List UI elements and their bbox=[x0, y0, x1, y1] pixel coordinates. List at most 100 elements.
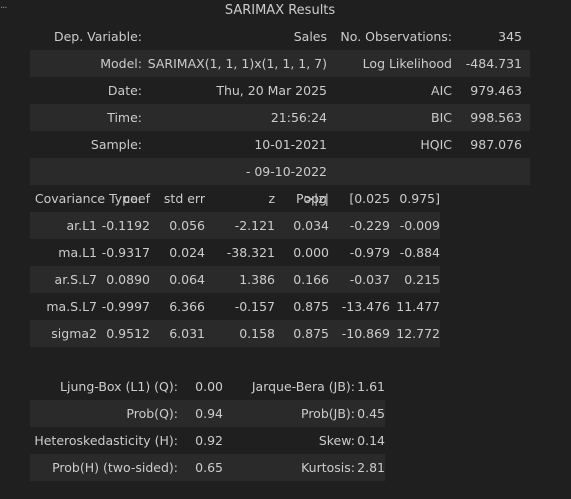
param-name: ar.S.L7 bbox=[30, 266, 97, 293]
prob-q-value: 0.94 bbox=[178, 400, 223, 427]
table-row: Sample: 10-01-2021 HQIC 987.076 bbox=[30, 131, 530, 158]
hqic-label: HQIC bbox=[420, 137, 452, 152]
ci-upper: 12.772 bbox=[390, 320, 440, 347]
ljung-box-value: 0.00 bbox=[195, 379, 223, 394]
heteroskedasticity-value: 0.92 bbox=[195, 433, 223, 448]
ci-lower: -0.229 bbox=[329, 212, 390, 239]
loglik-label: Log Likelihood bbox=[327, 50, 452, 77]
loglik-value: -484.731 bbox=[452, 50, 522, 77]
coef-value: -0.9997 bbox=[101, 299, 150, 314]
table-header-row: coef std err z P>|z| [0.025 0.975] bbox=[30, 185, 440, 212]
date-value: Thu, 20 Mar 2025 bbox=[216, 83, 327, 98]
ci-upper: -0.884 bbox=[399, 245, 440, 260]
sample-value: 10-01-2021 bbox=[254, 137, 327, 152]
z-value: -2.121 bbox=[205, 212, 275, 239]
ci-upper: -0.009 bbox=[390, 212, 440, 239]
table-row: Model: SARIMAX(1, 1, 1)x(1, 1, 1, 7) Log… bbox=[30, 50, 530, 77]
skew-value: 0.14 bbox=[357, 433, 385, 448]
bic-label: BIC bbox=[327, 104, 452, 131]
skew-label: Skew: bbox=[318, 433, 355, 448]
std-err-value: 0.064 bbox=[150, 266, 205, 293]
prob-q-label: Prob(Q): bbox=[30, 400, 178, 427]
p-value: 0.875 bbox=[293, 299, 329, 314]
prob-jb-value: 0.45 bbox=[355, 400, 385, 427]
bic-value: 998.563 bbox=[452, 104, 522, 131]
table-row: sigma2 0.9512 6.031 0.158 0.875 -10.869 … bbox=[30, 320, 440, 347]
param-name: ar.L1 bbox=[30, 212, 97, 239]
table-row: Prob(H) (two-sided): 0.65 Kurtosis: 2.81 bbox=[30, 454, 385, 481]
prob-jb-label: Prob(JB): bbox=[223, 400, 355, 427]
table-row: ar.S.L7 0.0890 0.064 1.386 0.166 -0.037 … bbox=[30, 266, 440, 293]
date-label: Date: bbox=[107, 83, 142, 98]
z-value: 0.158 bbox=[205, 320, 275, 347]
jarque-bera-label: Jarque-Bera (JB): bbox=[251, 379, 355, 394]
std-err-value: 0.024 bbox=[169, 245, 205, 260]
coef-value: -0.9317 bbox=[101, 245, 150, 260]
sample-label: Sample: bbox=[90, 137, 142, 152]
aic-label: AIC bbox=[431, 83, 452, 98]
param-name: ma.L1 bbox=[58, 245, 97, 260]
p-value: 0.875 bbox=[275, 320, 329, 347]
ci-upper: 11.477 bbox=[396, 299, 440, 314]
summary-table: Dep. Variable: Sales No. Observations: 3… bbox=[30, 23, 530, 212]
model-label: Model: bbox=[30, 50, 142, 77]
heteroskedasticity-label: Heteroskedasticity (H): bbox=[34, 433, 178, 448]
ci-lower: -13.476 bbox=[341, 299, 390, 314]
ci-upper: 0.215 bbox=[390, 266, 440, 293]
coef-value: 0.9512 bbox=[97, 320, 150, 347]
std-err-value: 6.031 bbox=[150, 320, 205, 347]
dep-variable-value: Sales bbox=[293, 29, 327, 44]
ellipsis-icon[interactable]: ··· bbox=[0, 3, 10, 14]
cell-output: SARIMAX Results Dep. Variable: Sales No.… bbox=[30, 0, 571, 499]
table-row: Prob(Q): 0.94 Prob(JB): 0.45 bbox=[30, 400, 385, 427]
param-name: sigma2 bbox=[30, 320, 97, 347]
ljung-box-label: Ljung-Box (L1) (Q): bbox=[60, 379, 178, 394]
column-header: std err bbox=[163, 191, 205, 206]
time-value: 21:56:24 bbox=[142, 104, 327, 131]
std-err-value: 0.056 bbox=[150, 212, 205, 239]
table-row: Heteroskedasticity (H): 0.92 Skew: 0.14 bbox=[30, 427, 385, 454]
results-title: SARIMAX Results bbox=[224, 3, 336, 18]
z-value: -0.157 bbox=[234, 299, 275, 314]
ci-lower: -0.979 bbox=[349, 245, 390, 260]
z-value: 1.386 bbox=[205, 266, 275, 293]
column-header: P>|z| bbox=[296, 191, 329, 206]
z-value: -38.321 bbox=[226, 245, 275, 260]
n-obs-label: No. Observations: bbox=[340, 29, 452, 44]
ci-lower: -0.037 bbox=[329, 266, 390, 293]
kurtosis-value: 2.81 bbox=[355, 454, 385, 481]
column-header: z bbox=[268, 191, 275, 206]
table-row: ar.L1 -0.1192 0.056 -2.121 0.034 -0.229 … bbox=[30, 212, 440, 239]
time-label: Time: bbox=[30, 104, 142, 131]
p-value: 0.166 bbox=[275, 266, 329, 293]
table-row: Dep. Variable: Sales No. Observations: 3… bbox=[30, 23, 530, 50]
std-err-value: 6.366 bbox=[169, 299, 205, 314]
p-value: 0.034 bbox=[275, 212, 329, 239]
p-value: 0.000 bbox=[293, 245, 329, 260]
table-row: Date: Thu, 20 Mar 2025 AIC 979.463 bbox=[30, 77, 530, 104]
model-value: SARIMAX(1, 1, 1)x(1, 1, 1, 7) bbox=[142, 50, 327, 77]
table-row: ma.S.L7 -0.9997 6.366 -0.157 0.875 -13.4… bbox=[30, 293, 440, 320]
column-header: 0.975] bbox=[399, 191, 440, 206]
diagnostics-table: Ljung-Box (L1) (Q): 0.00 Jarque-Bera (JB… bbox=[30, 373, 385, 481]
jarque-bera-value: 1.61 bbox=[357, 379, 385, 394]
table-row: - 09-10-2022 bbox=[30, 158, 530, 185]
column-header: [0.025 bbox=[349, 191, 390, 206]
n-obs-value: 345 bbox=[498, 29, 522, 44]
table-row: Ljung-Box (L1) (Q): 0.00 Jarque-Bera (JB… bbox=[30, 373, 385, 400]
prob-h-value: 0.65 bbox=[178, 454, 223, 481]
column-header: coef bbox=[123, 191, 150, 206]
aic-value: 979.463 bbox=[470, 83, 522, 98]
table-row: ma.L1 -0.9317 0.024 -38.321 0.000 -0.979… bbox=[30, 239, 440, 266]
dep-variable-label: Dep. Variable: bbox=[53, 29, 142, 44]
prob-h-label: Prob(H) (two-sided): bbox=[30, 454, 178, 481]
hqic-value: 987.076 bbox=[470, 137, 522, 152]
sample-end-value: - 09-10-2022 bbox=[142, 158, 327, 185]
kurtosis-label: Kurtosis: bbox=[223, 454, 355, 481]
coef-value: -0.1192 bbox=[97, 212, 150, 239]
coef-value: 0.0890 bbox=[97, 266, 150, 293]
coef-table: coef std err z P>|z| [0.025 0.975] ar.L1… bbox=[30, 185, 440, 347]
ci-lower: -10.869 bbox=[329, 320, 390, 347]
param-name: ma.S.L7 bbox=[46, 299, 97, 314]
table-row: Time: 21:56:24 BIC 998.563 bbox=[30, 104, 530, 131]
